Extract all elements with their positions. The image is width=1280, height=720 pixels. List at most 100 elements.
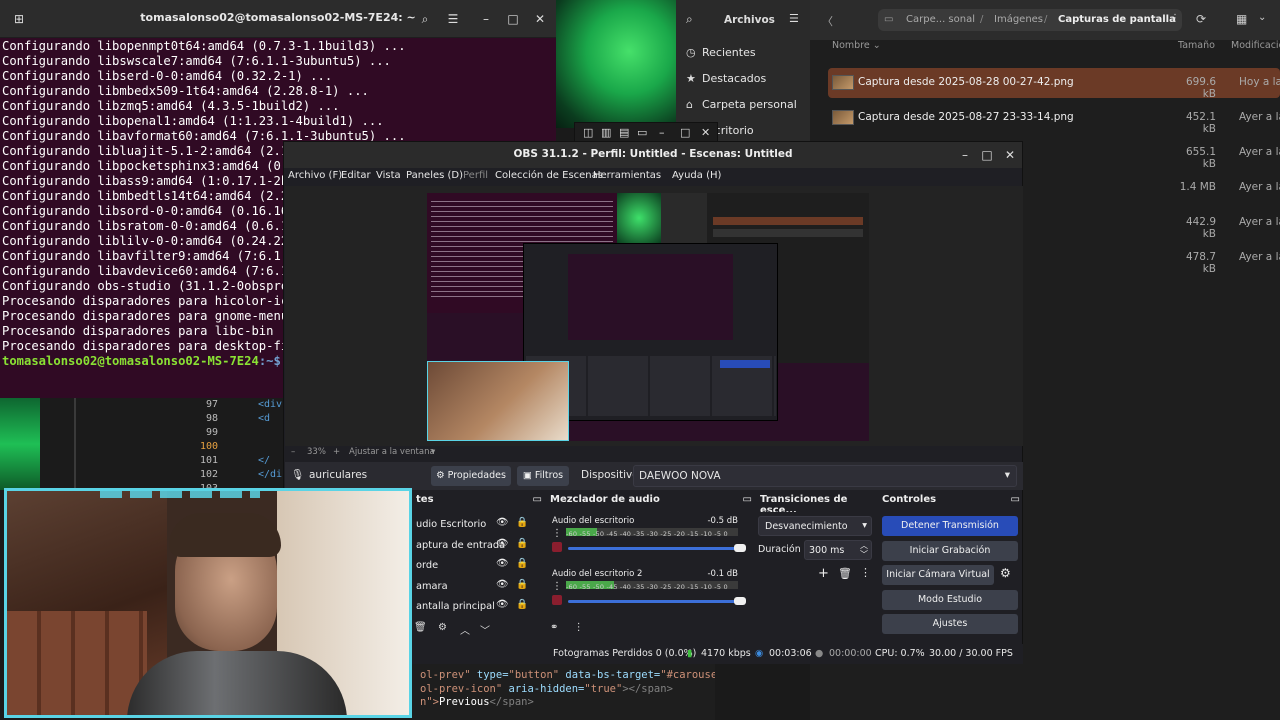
layout-icon[interactable]: ▤: [619, 126, 629, 139]
breadcrumb-item[interactable]: Carpe... sonal: [906, 14, 975, 25]
terminal-titlebar[interactable]: ⊞ tomasalonso02@tomasalonso02-MS-7E24: ~…: [0, 0, 556, 38]
transition-select[interactable]: Desvanecimiento ▾: [758, 516, 872, 536]
device-select[interactable]: DAEWOO NOVA ▾: [633, 465, 1017, 487]
menu-item[interactable]: Herramientas: [593, 170, 661, 181]
fit-to-window[interactable]: Ajustar a la ventana: [349, 447, 435, 457]
minimize-icon[interactable]: –: [659, 126, 665, 139]
more-options-icon[interactable]: ⋮: [1170, 13, 1180, 24]
visibility-eye-icon[interactable]: 👁: [496, 517, 508, 528]
menu-item[interactable]: Perfil: [463, 170, 488, 181]
volume-slider[interactable]: [568, 544, 746, 552]
chevron-down-icon[interactable]: ▾: [431, 447, 435, 457]
filters-button[interactable]: ▣ Filtros: [517, 466, 569, 486]
arrow-down-icon[interactable]: ﹀: [480, 622, 490, 637]
duration-input[interactable]: 300 ms ︿ ﹀: [804, 540, 872, 560]
channel-menu-icon[interactable]: ⋮: [552, 581, 562, 592]
source-item[interactable]: antalla principal 👁 🔒: [412, 598, 544, 616]
mute-icon[interactable]: [552, 542, 562, 552]
files-sidebar-title: Archivos: [724, 14, 775, 26]
grid-view-icon[interactable]: ▦: [1236, 12, 1247, 26]
sidebar-item-recientes[interactable]: ◷ Recientes: [686, 46, 756, 59]
lock-icon[interactable]: 🔒: [516, 579, 528, 590]
gear-icon[interactable]: ⚙: [438, 622, 447, 633]
menu-item[interactable]: Paneles (D): [406, 170, 463, 181]
link-icon[interactable]: ⚭: [550, 622, 558, 633]
zoom-in-icon[interactable]: +: [333, 447, 340, 457]
breadcrumb-item[interactable]: Imágenes: [994, 14, 1043, 25]
close-icon[interactable]: ✕: [701, 126, 710, 139]
column-name-header[interactable]: Nombre ⌄: [832, 40, 881, 51]
back-icon[interactable]: 〈: [822, 13, 833, 29]
file-row[interactable]: Captura desde 2025-08-28 00-27-42.png 699…: [828, 68, 1280, 100]
trash-icon[interactable]: 🗑: [414, 622, 427, 633]
zoom-out-icon[interactable]: –: [291, 447, 295, 457]
studio-mode-button[interactable]: Modo Estudio: [882, 589, 1018, 610]
visibility-eye-icon[interactable]: 👁: [496, 558, 508, 569]
layout-icon[interactable]: ▭: [637, 126, 647, 139]
breadcrumb-current[interactable]: Capturas de pantalla: [1058, 14, 1176, 25]
dock-menu-icon[interactable]: ▭: [1011, 494, 1020, 505]
volume-slider-handle[interactable]: [734, 544, 746, 552]
visibility-eye-icon[interactable]: 👁: [496, 538, 508, 549]
menu-item[interactable]: Archivo (F): [288, 170, 342, 181]
menu-item[interactable]: Editar: [341, 170, 371, 181]
maximize-icon[interactable]: □: [680, 126, 690, 139]
layout-icon[interactable]: ◫: [583, 126, 593, 139]
more-options-icon[interactable]: ⋮: [860, 566, 871, 579]
code-editor-bottom[interactable]: ol-prev" type="button" data-bs-target="#…: [410, 660, 715, 720]
code-line: ol-prev" type="button" data-bs-target="#…: [420, 669, 715, 683]
hamburger-menu-icon[interactable]: ☰: [789, 12, 799, 25]
lock-icon[interactable]: 🔒: [516, 538, 528, 549]
source-item[interactable]: amara 👁 🔒: [412, 578, 544, 596]
source-item[interactable]: orde 👁 🔒: [412, 557, 544, 575]
start-virtual-camera-button[interactable]: Iniciar Cámara Virtual: [882, 565, 994, 585]
source-item[interactable]: aptura de entrada 👁 🔒: [412, 537, 544, 555]
layout-icon[interactable]: ▥: [601, 126, 611, 139]
lock-icon[interactable]: 🔒: [516, 517, 528, 528]
column-modified-header[interactable]: Modificación: [1231, 40, 1280, 51]
sidebar-item-carpeta-personal[interactable]: ⌂ Carpeta personal: [686, 98, 797, 111]
column-size-header[interactable]: Tamaño: [1178, 40, 1215, 51]
dock-menu-icon[interactable]: ▭: [533, 494, 542, 505]
lock-icon[interactable]: 🔒: [516, 558, 528, 569]
arrow-up-icon[interactable]: ︿: [460, 622, 470, 637]
channel-menu-icon[interactable]: ⋮: [552, 528, 562, 539]
close-icon[interactable]: ✕: [529, 8, 551, 30]
volume-slider-handle[interactable]: [734, 597, 746, 605]
minimize-icon[interactable]: –: [475, 8, 497, 30]
stop-stream-button[interactable]: Detener Transmisión: [882, 516, 1018, 536]
menu-item[interactable]: Colección de Escenas: [495, 170, 603, 181]
dock-menu-icon[interactable]: ▭: [743, 494, 752, 505]
visibility-eye-icon[interactable]: 👁: [496, 579, 508, 590]
filters-label: Filtros: [534, 470, 564, 481]
add-icon[interactable]: +: [818, 566, 829, 581]
preview-canvas[interactable]: [427, 193, 869, 441]
obs-titlebar[interactable]: OBS 31.1.2 - Perfil: Untitled - Escenas:…: [284, 142, 1022, 168]
reload-icon[interactable]: ⟳: [1196, 12, 1206, 26]
volume-slider[interactable]: [568, 597, 746, 605]
source-item[interactable]: udio Escritorio 👁 🔒: [412, 516, 544, 534]
mute-icon[interactable]: [552, 595, 562, 605]
trash-icon[interactable]: 🗑: [838, 567, 852, 580]
code-token: ol-prev-icon": [420, 682, 509, 695]
close-icon[interactable]: ✕: [999, 144, 1021, 166]
start-recording-button[interactable]: Iniciar Grabación: [882, 540, 1018, 561]
more-options-icon[interactable]: ⋮: [574, 622, 584, 633]
menu-item[interactable]: Ayuda (H): [672, 170, 721, 181]
settings-button[interactable]: Ajustes: [882, 614, 1018, 634]
search-icon[interactable]: ⌕: [414, 8, 436, 30]
file-row[interactable]: Captura desde 2025-08-27 23-33-14.png 452…: [828, 103, 1280, 135]
sidebar-item-destacados[interactable]: ★ Destacados: [686, 72, 766, 85]
properties-button[interactable]: ⚙ Propiedades: [431, 466, 511, 486]
visibility-eye-icon[interactable]: 👁: [496, 599, 508, 610]
maximize-icon[interactable]: □: [502, 8, 524, 30]
minimize-icon[interactable]: –: [954, 144, 976, 166]
hamburger-menu-icon[interactable]: ☰: [442, 8, 464, 30]
chevron-down-icon[interactable]: ⌄: [1258, 12, 1266, 23]
stepper-down-icon[interactable]: ﹀: [860, 549, 868, 560]
gear-icon[interactable]: ⚙: [1000, 566, 1011, 580]
maximize-icon[interactable]: □: [976, 144, 998, 166]
search-icon[interactable]: ⌕: [686, 12, 693, 27]
menu-item[interactable]: Vista: [376, 170, 401, 181]
lock-icon[interactable]: 🔒: [516, 599, 528, 610]
